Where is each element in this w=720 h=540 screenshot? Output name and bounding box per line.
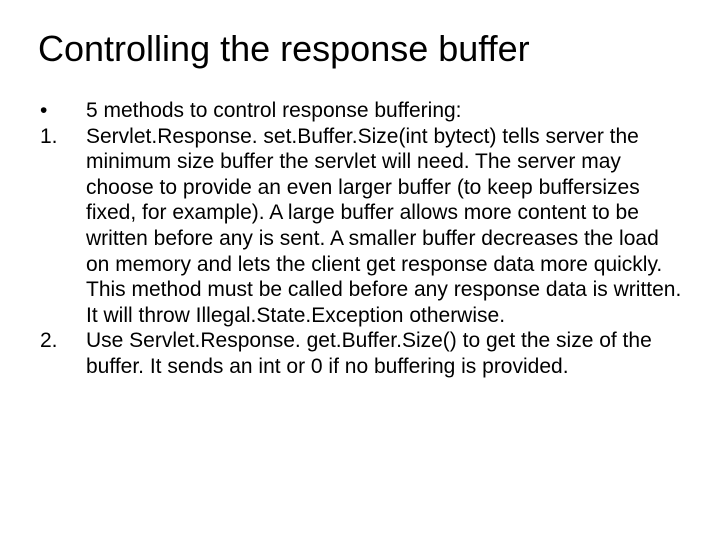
list-item-text: Use Servlet.Response. get.Buffer.Size() …: [86, 328, 682, 379]
slide-content: • 5 methods to control response bufferin…: [38, 98, 682, 380]
bullet-marker: •: [38, 98, 86, 124]
number-marker: 1.: [38, 124, 86, 150]
list-item: • 5 methods to control response bufferin…: [38, 98, 682, 124]
number-marker: 2.: [38, 328, 86, 354]
list-item: 2. Use Servlet.Response. get.Buffer.Size…: [38, 328, 682, 379]
list-item-text: Servlet.Response. set.Buffer.Size(int by…: [86, 124, 682, 329]
slide-title: Controlling the response buffer: [38, 28, 682, 70]
list-item: 1. Servlet.Response. set.Buffer.Size(int…: [38, 124, 682, 329]
list-item-text: 5 methods to control response buffering:: [86, 98, 682, 124]
